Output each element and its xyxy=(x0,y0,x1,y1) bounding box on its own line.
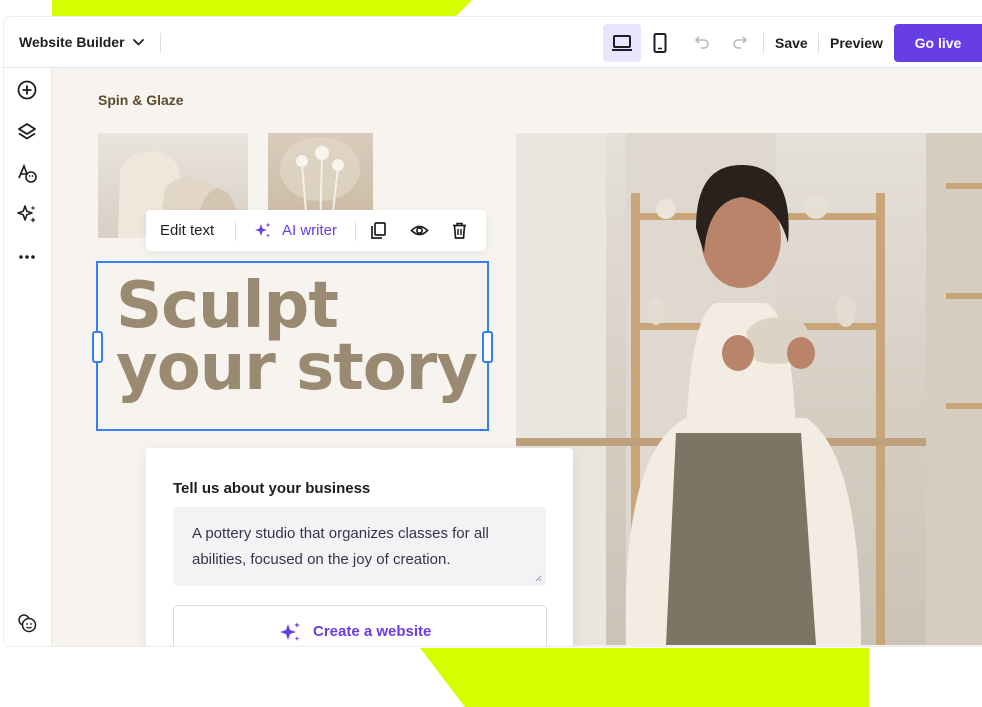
hero-headline[interactable]: Sculpt your story xyxy=(116,269,478,405)
business-description-text: A pottery studio that organizes classes … xyxy=(192,525,489,568)
ai-writer-button[interactable]: AI writer xyxy=(282,222,337,239)
headline-line-2: your story xyxy=(116,331,478,405)
divider xyxy=(235,221,236,241)
top-bar: Website Builder Save Preview Go live xyxy=(4,17,982,68)
sparkle-icon xyxy=(255,222,271,238)
chevron-down-icon[interactable] xyxy=(132,37,145,47)
delete-icon[interactable] xyxy=(450,221,469,240)
add-element-icon[interactable] xyxy=(16,79,38,101)
visibility-icon[interactable] xyxy=(410,221,429,240)
card-title: Tell us about your business xyxy=(173,480,371,497)
sparkle-icon xyxy=(280,622,300,641)
save-button[interactable]: Save xyxy=(775,35,808,51)
undo-icon[interactable] xyxy=(693,33,711,51)
duplicate-icon[interactable] xyxy=(369,221,388,240)
divider xyxy=(355,221,356,241)
potter-hero-image[interactable] xyxy=(516,133,982,645)
business-prompt-card: Tell us about your business A pottery st… xyxy=(146,448,573,646)
resize-handle-left[interactable] xyxy=(92,331,103,363)
laptop-icon xyxy=(612,35,632,51)
resize-handle-right[interactable] xyxy=(482,331,493,363)
divider xyxy=(818,33,819,53)
edit-text-button[interactable]: Edit text xyxy=(160,222,214,239)
editor-canvas[interactable]: Spin & Glaze Edit text AI writer Sculpt … xyxy=(52,68,982,646)
create-website-button[interactable]: Create a website xyxy=(173,605,547,646)
selected-text-block[interactable]: Sculpt your story xyxy=(92,261,493,431)
more-icon[interactable] xyxy=(16,246,38,268)
text-edit-toolbar: Edit text AI writer xyxy=(146,210,486,251)
divider xyxy=(160,33,161,53)
styles-icon[interactable] xyxy=(16,162,38,184)
app-title[interactable]: Website Builder xyxy=(19,34,125,50)
headline-line-1: Sculpt xyxy=(116,269,339,343)
layers-icon[interactable] xyxy=(16,121,38,143)
mobile-view-button[interactable] xyxy=(641,24,679,62)
left-sidebar xyxy=(4,68,52,646)
mobile-icon xyxy=(653,33,667,53)
desktop-view-button[interactable] xyxy=(603,24,641,62)
ai-tools-icon[interactable] xyxy=(16,203,38,225)
business-description-input[interactable]: A pottery studio that organizes classes … xyxy=(173,507,546,586)
redo-icon[interactable] xyxy=(731,33,749,51)
site-brand-name[interactable]: Spin & Glaze xyxy=(98,92,184,108)
lime-accent-top xyxy=(52,0,472,17)
help-icon[interactable] xyxy=(16,612,38,634)
create-website-label: Create a website xyxy=(313,623,432,640)
resize-grip-icon[interactable] xyxy=(535,575,542,582)
divider xyxy=(763,33,764,53)
builder-window: Website Builder Save Preview Go live Spi… xyxy=(4,17,982,646)
preview-button[interactable]: Preview xyxy=(830,35,883,51)
go-live-button[interactable]: Go live xyxy=(894,24,982,62)
lime-accent-bottom xyxy=(420,648,869,707)
